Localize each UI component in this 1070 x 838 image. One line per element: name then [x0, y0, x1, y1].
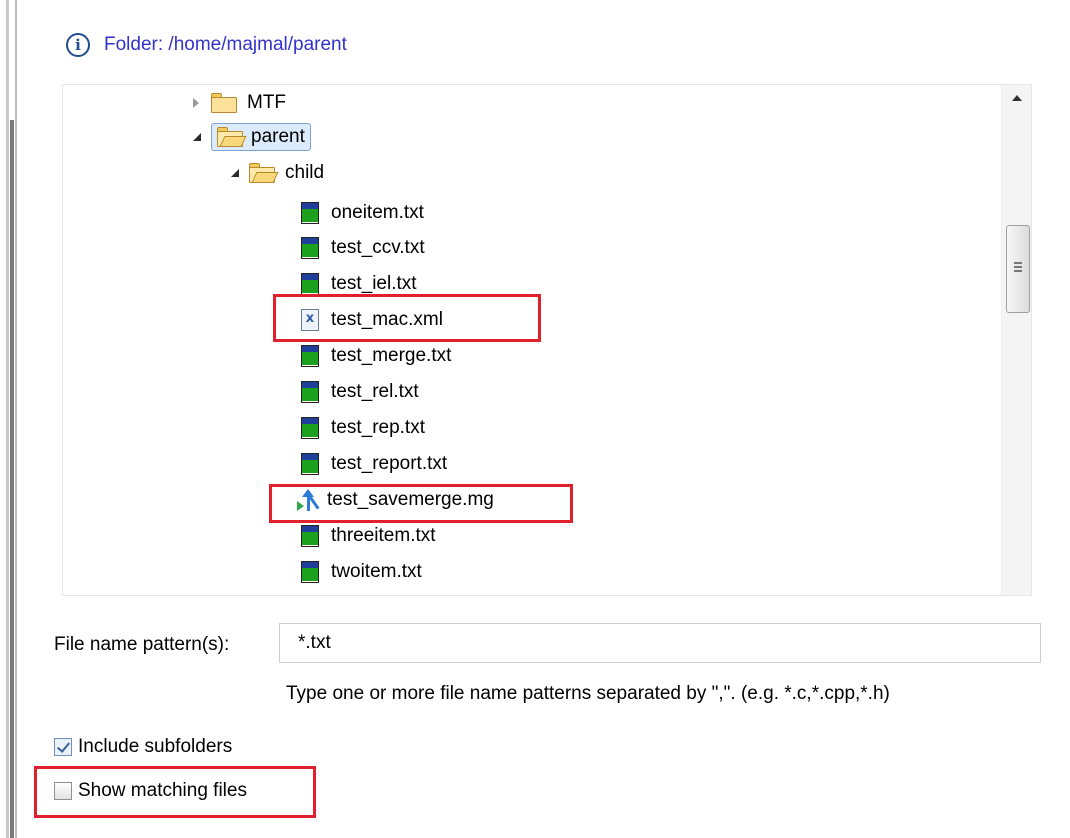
folder-tree[interactable]: MTF parent child oneitem.txt test_ccv.tx… [62, 84, 1032, 596]
selected-item[interactable]: parent [211, 123, 311, 151]
tree-item-label: oneitem.txt [331, 202, 424, 223]
info-icon: i [66, 33, 90, 57]
file-pattern-label: File name pattern(s): [54, 634, 230, 655]
tree-scrollbar[interactable] [1001, 85, 1031, 595]
include-subfolders-checkbox[interactable] [54, 738, 72, 756]
tree-item-test-rel[interactable]: test_rel.txt [301, 374, 419, 410]
tree-item-label: test_report.txt [331, 453, 448, 474]
text-file-icon [301, 237, 319, 259]
tree-item-test-ccv[interactable]: test_ccv.txt [301, 230, 425, 266]
tree-item-label: threeitem.txt [331, 525, 436, 546]
scroll-thumb[interactable] [1006, 225, 1030, 313]
text-file-icon [301, 417, 319, 439]
text-file-icon [301, 525, 319, 547]
tree-item-label: test_ccv.txt [331, 237, 425, 258]
tree-item-twoitem[interactable]: twoitem.txt [301, 554, 422, 590]
tree-item-oneitem[interactable]: oneitem.txt [301, 195, 424, 231]
grip-icon [1014, 262, 1022, 264]
tree-item-label: test_rel.txt [331, 381, 419, 402]
tree-item-label: test_merge.txt [331, 345, 452, 366]
highlight-box-mg [269, 484, 573, 523]
text-file-icon [301, 453, 319, 475]
folder-path-text: Folder: /home/majmal/parent [104, 34, 347, 55]
tree-item-label: parent [251, 126, 305, 147]
tree-item-test-merge[interactable]: test_merge.txt [301, 338, 451, 374]
tree-item-label: test_iel.txt [331, 273, 417, 294]
text-file-icon [301, 202, 319, 224]
include-subfolders-option[interactable]: Include subfolders [54, 733, 232, 761]
file-pattern-input[interactable] [279, 623, 1041, 663]
highlight-box-xml [273, 294, 541, 342]
tree-item-label: test_rep.txt [331, 417, 425, 438]
info-row: i Folder: /home/majmal/parent [66, 30, 347, 60]
tree-item-child[interactable]: child [227, 155, 324, 191]
text-file-icon [301, 561, 319, 583]
collapse-arrow-icon[interactable] [231, 169, 239, 177]
folder-icon [211, 93, 239, 113]
left-edge [0, 0, 22, 838]
tree-item-test-report[interactable]: test_report.txt [301, 446, 447, 482]
include-subfolders-label: Include subfolders [78, 736, 233, 757]
tree-item-threeitem[interactable]: threeitem.txt [301, 518, 436, 554]
highlight-box-show-matching [34, 766, 316, 818]
tree-item-label: MTF [247, 92, 287, 113]
open-folder-icon [217, 127, 247, 147]
open-folder-icon [249, 163, 279, 183]
collapse-arrow-icon[interactable] [193, 133, 201, 141]
expand-arrow-icon[interactable] [193, 98, 199, 108]
tree-viewport: MTF parent child oneitem.txt test_ccv.tx… [63, 85, 1001, 595]
tree-item-mtf[interactable]: MTF [189, 85, 286, 121]
tree-item-test-rep[interactable]: test_rep.txt [301, 410, 425, 446]
file-pattern-hint: Type one or more file name patterns sepa… [286, 683, 890, 704]
tree-item-label: twoitem.txt [331, 561, 422, 582]
text-file-icon [301, 345, 319, 367]
tree-item-label: child [285, 162, 325, 183]
tree-item-parent[interactable]: parent [189, 119, 311, 155]
scroll-up-arrow-icon[interactable] [1012, 95, 1022, 101]
text-file-icon [301, 381, 319, 403]
text-file-icon [301, 273, 319, 295]
